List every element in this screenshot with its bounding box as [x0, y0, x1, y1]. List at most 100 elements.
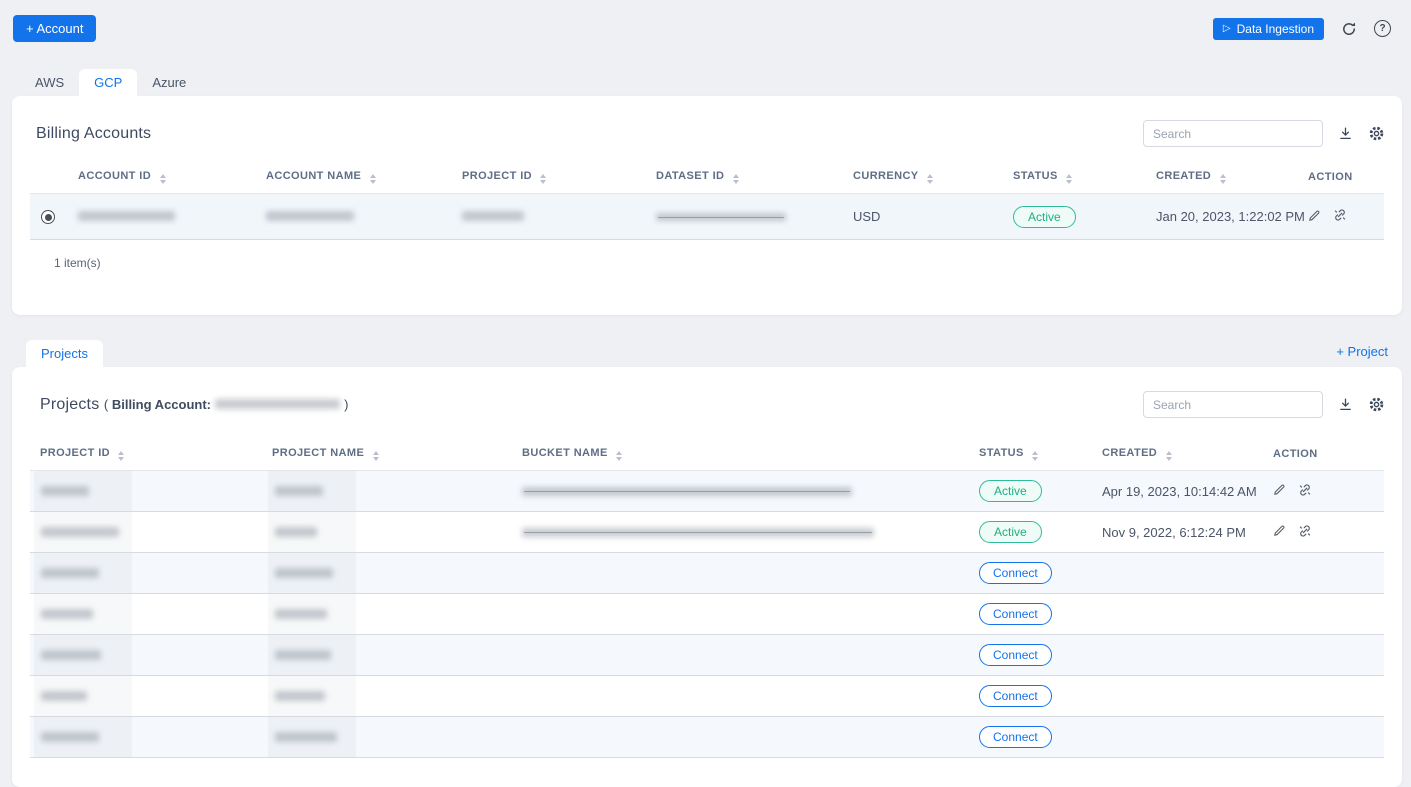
data-ingestion-button[interactable]: ▷ Data Ingestion — [1213, 18, 1324, 40]
column-header-account-id[interactable]: ACCOUNT ID — [70, 161, 258, 194]
billing-header-row: ACCOUNT ID ACCOUNT NAME PROJECT ID DATAS… — [30, 161, 1384, 194]
bucket-name-redacted — [522, 528, 874, 537]
sort-icon[interactable] — [927, 174, 933, 184]
sort-icon[interactable] — [370, 174, 376, 184]
connect-button[interactable]: Connect — [979, 685, 1052, 707]
refresh-icon[interactable] — [1341, 21, 1357, 37]
created-cell — [1094, 717, 1265, 758]
sort-icon[interactable] — [118, 451, 124, 461]
unlink-icon[interactable] — [1298, 483, 1312, 497]
project-row: Connect — [30, 594, 1384, 635]
connect-button[interactable]: Connect — [979, 603, 1052, 625]
connect-button[interactable]: Connect — [979, 644, 1052, 666]
dataset-id-redacted — [648, 194, 845, 240]
sort-icon[interactable] — [160, 174, 166, 184]
settings-gear-icon[interactable] — [1368, 125, 1385, 142]
redacted-text — [34, 717, 132, 757]
billing-accounts-card: Billing Accounts ACCOUNT ID ACCOUNT NAME… — [12, 96, 1402, 315]
top-bar: + Account ▷ Data Ingestion ? — [0, 0, 1411, 42]
column-header-created[interactable]: CREATED — [1148, 161, 1300, 194]
project-row: ActiveApr 19, 2023, 10:14:42 AM — [30, 471, 1384, 512]
billing-search-input[interactable] — [1143, 120, 1323, 147]
tab-azure[interactable]: Azure — [137, 69, 201, 96]
created-cell — [1094, 594, 1265, 635]
created-cell: Apr 19, 2023, 10:14:42 AM — [1094, 471, 1265, 512]
projects-search-input[interactable] — [1143, 391, 1323, 418]
billing-accounts-table: ACCOUNT ID ACCOUNT NAME PROJECT ID DATAS… — [30, 161, 1384, 240]
column-header-dataset-id[interactable]: DATASET ID — [648, 161, 845, 194]
created-cell: Jan 20, 2023, 1:22:02 PM — [1148, 194, 1300, 240]
sort-icon[interactable] — [373, 451, 379, 461]
redacted-text — [34, 635, 132, 675]
billing-accounts-title: Billing Accounts — [36, 125, 151, 143]
projects-heading: Projects ( Billing Account: ) — [40, 396, 348, 414]
redacted-text — [34, 594, 132, 634]
add-account-button[interactable]: + Account — [13, 15, 96, 42]
project-row: Connect — [30, 676, 1384, 717]
edit-icon[interactable] — [1273, 483, 1286, 496]
project-row: Connect — [30, 635, 1384, 676]
column-header-account-name[interactable]: ACCOUNT NAME — [258, 161, 454, 194]
sort-icon[interactable] — [1032, 451, 1038, 461]
currency-cell: USD — [845, 194, 1005, 240]
projects-header-row: PROJECT ID PROJECT NAME BUCKET NAME STAT… — [30, 438, 1384, 471]
column-header-project-id[interactable]: PROJECT ID — [30, 438, 264, 471]
created-cell — [1094, 676, 1265, 717]
item-count: 1 item(s) — [54, 256, 1402, 290]
redacted-text — [268, 471, 356, 511]
column-header-currency[interactable]: CURRENCY — [845, 161, 1005, 194]
column-header-bucket-name[interactable]: BUCKET NAME — [514, 438, 971, 471]
row-actions — [1273, 483, 1312, 497]
projects-table: PROJECT ID PROJECT NAME BUCKET NAME STAT… — [30, 438, 1384, 758]
projects-card: Projects ( Billing Account: ) PROJECT ID — [12, 367, 1402, 787]
unlink-icon[interactable] — [1333, 208, 1347, 222]
column-header-project-id[interactable]: PROJECT ID — [454, 161, 648, 194]
billing-account-label: Billing Account: — [112, 397, 211, 412]
redacted-text — [34, 512, 132, 552]
project-row: Connect — [30, 553, 1384, 594]
bucket-name-redacted — [522, 487, 852, 496]
account-name-redacted — [258, 194, 454, 240]
column-header-status[interactable]: STATUS — [971, 438, 1094, 471]
play-icon: ▷ — [1223, 24, 1231, 34]
row-radio-selected[interactable] — [41, 210, 55, 224]
created-cell — [1094, 553, 1265, 594]
redacted-text — [34, 471, 132, 511]
row-actions — [1308, 208, 1347, 222]
tab-gcp[interactable]: GCP — [79, 69, 137, 96]
download-icon[interactable] — [1338, 397, 1353, 412]
column-header-project-name[interactable]: PROJECT NAME — [264, 438, 514, 471]
sort-icon[interactable] — [733, 174, 739, 184]
project-row: ActiveNov 9, 2022, 6:12:24 PM — [30, 512, 1384, 553]
column-header-created[interactable]: CREATED — [1094, 438, 1265, 471]
billing-account-row: USD Active Jan 20, 2023, 1:22:02 PM — [30, 194, 1384, 240]
sort-icon[interactable] — [540, 174, 546, 184]
row-actions — [1273, 524, 1312, 538]
billing-account-redacted — [215, 399, 340, 409]
sort-icon[interactable] — [1220, 174, 1226, 184]
status-badge: Active — [979, 521, 1042, 543]
data-ingestion-label: Data Ingestion — [1237, 22, 1314, 36]
add-project-button[interactable]: + Project — [1336, 338, 1402, 367]
edit-icon[interactable] — [1308, 209, 1321, 222]
connect-button[interactable]: Connect — [979, 726, 1052, 748]
column-header-status[interactable]: STATUS — [1005, 161, 1148, 194]
help-icon[interactable]: ? — [1374, 20, 1391, 37]
account-id-redacted — [70, 194, 258, 240]
unlink-icon[interactable] — [1298, 524, 1312, 538]
tab-aws[interactable]: AWS — [20, 69, 79, 96]
sort-icon[interactable] — [1066, 174, 1072, 184]
sort-icon[interactable] — [1166, 451, 1172, 461]
sort-icon[interactable] — [616, 451, 622, 461]
download-icon[interactable] — [1338, 126, 1353, 141]
projects-tab-bar: Projects + Project — [26, 338, 1402, 367]
created-cell — [1094, 635, 1265, 676]
redacted-text — [268, 594, 356, 634]
connect-button[interactable]: Connect — [979, 562, 1052, 584]
redacted-text — [268, 512, 356, 552]
settings-gear-icon[interactable] — [1368, 396, 1385, 413]
column-header-action: ACTION — [1300, 161, 1384, 194]
edit-icon[interactable] — [1273, 524, 1286, 537]
tab-projects[interactable]: Projects — [26, 340, 103, 367]
redacted-text — [34, 676, 132, 716]
